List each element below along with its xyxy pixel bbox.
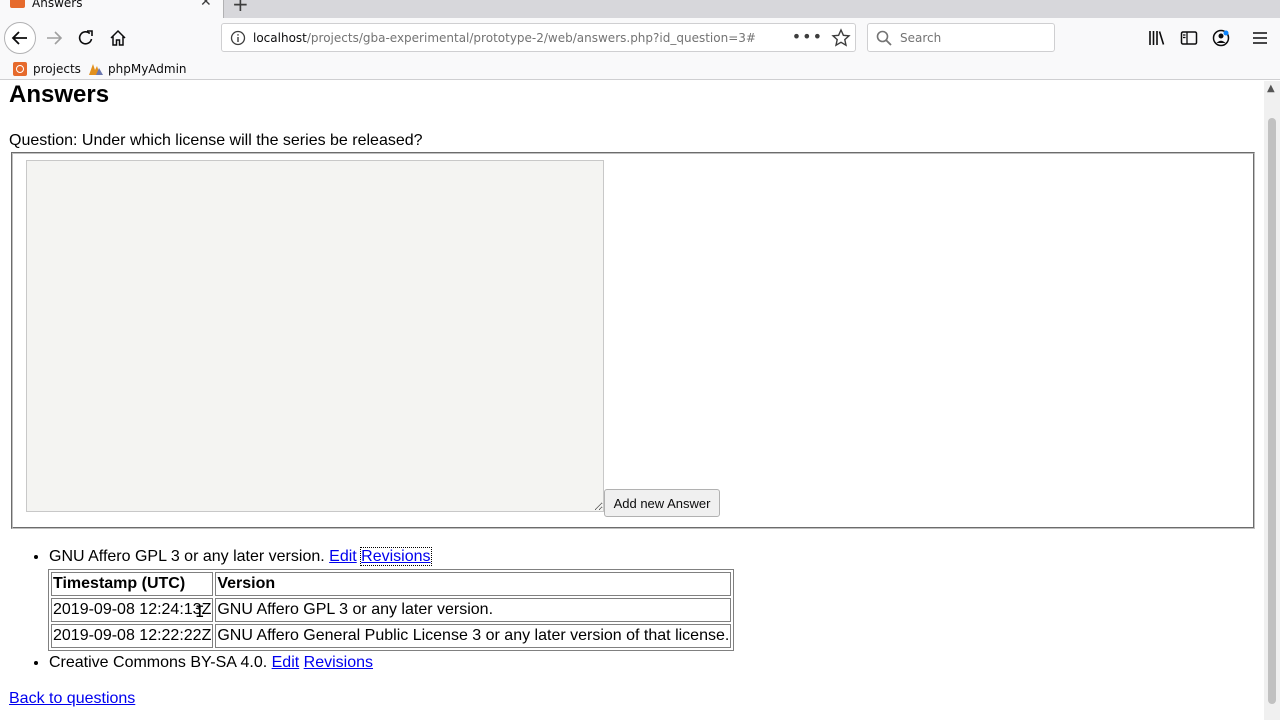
answer-text: Creative Commons BY-SA 4.0. [49,654,268,671]
timestamp-cell: 2019-09-08 12:24:13Z [51,598,214,622]
page-title: Answers [9,81,110,108]
bookmarks-toolbar: projects phpMyAdmin [0,58,1280,80]
tab-title: Answers [32,0,83,10]
timestamp-cell: 2019-09-08 12:22:22Z [51,624,214,648]
tab-strip: Answers ✕ + [0,0,1280,18]
table-row: 2019-09-08 12:24:13Z GNU Affero GPL 3 or… [51,598,732,622]
version-cell: GNU Affero GPL 3 or any later version. [215,598,732,622]
version-cell: GNU Affero General Public License 3 or a… [215,624,732,648]
answer-textarea[interactable] [26,160,604,512]
column-header: Timestamp (UTC) [51,572,214,596]
scroll-up-arrow-icon[interactable]: ▲ [1267,83,1275,94]
edit-link[interactable]: Edit [329,548,357,565]
column-header: Version [215,572,732,596]
reload-button[interactable] [70,22,102,54]
more-dots-icon[interactable]: ••• [792,27,823,46]
page-scrollbar[interactable]: ▲ [1264,81,1280,720]
bookmark-projects[interactable]: projects [13,60,81,78]
star-icon[interactable] [831,28,851,48]
new-answer-form: Add new Answer [11,152,1255,529]
url-path: /projects/gba-experimental/prototype-2/w… [306,31,756,45]
phpmyadmin-icon [89,64,103,75]
tab-answers[interactable]: Answers ✕ [0,0,224,18]
back-button[interactable] [4,22,36,54]
url-bar[interactable]: localhost/projects/gba-experimental/prot… [221,23,856,52]
revisions-table: Timestamp (UTC) Version 2019-09-08 12:24… [48,569,735,651]
question-text: Question: Under which license will the s… [9,132,423,149]
forward-button[interactable] [38,22,70,54]
library-icon [1149,31,1165,45]
sidebar-icon [1180,31,1198,45]
revisions-link[interactable]: Revisions [304,654,373,671]
list-item: Creative Commons BY-SA 4.0. Edit Revisio… [49,653,900,673]
sidebar-button[interactable] [1175,24,1203,52]
info-icon[interactable] [230,30,246,46]
list-item: GNU Affero GPL 3 or any later version. E… [48,547,900,651]
menu-button[interactable] [1246,24,1274,52]
home-icon [110,29,126,46]
account-button[interactable] [1207,24,1235,52]
url-host: localhost [253,31,307,45]
table-row: 2019-09-08 12:22:22Z GNU Affero General … [51,624,732,648]
search-input[interactable] [898,29,1048,47]
xampp-icon [13,62,27,76]
reload-icon [78,30,93,45]
page-content: Answers Question: Under which license wi… [0,81,1264,720]
home-button[interactable] [102,22,134,54]
answers-list: GNU Affero GPL 3 or any later version. E… [0,547,900,673]
revisions-link[interactable]: Revisions [360,547,432,566]
navigation-toolbar: localhost/projects/gba-experimental/prot… [0,18,1280,58]
text-cursor-icon: I [195,602,205,621]
bookmark-label: phpMyAdmin [108,62,187,76]
library-button[interactable] [1143,24,1171,52]
hamburger-menu-icon [1253,32,1267,44]
back-to-questions-link[interactable]: Back to questions [9,690,135,708]
search-icon [876,30,892,46]
table-header-row: Timestamp (UTC) Version [51,572,732,596]
bookmark-phpmyadmin[interactable]: phpMyAdmin [88,60,187,78]
add-new-answer-button[interactable]: Add new Answer [604,489,720,517]
forward-arrow-icon [47,31,63,45]
url-text[interactable]: localhost/projects/gba-experimental/prot… [253,31,756,45]
scrollbar-thumb[interactable] [1268,118,1276,704]
answer-text: GNU Affero GPL 3 or any later version. [49,548,325,565]
search-bar[interactable] [867,23,1055,52]
edit-link[interactable]: Edit [272,654,300,671]
xampp-icon [10,0,25,8]
account-icon [1212,29,1230,47]
bookmark-label: projects [33,62,81,76]
back-arrow-icon [11,31,27,45]
new-tab-icon[interactable]: + [232,0,249,16]
close-icon[interactable]: ✕ [200,0,212,10]
